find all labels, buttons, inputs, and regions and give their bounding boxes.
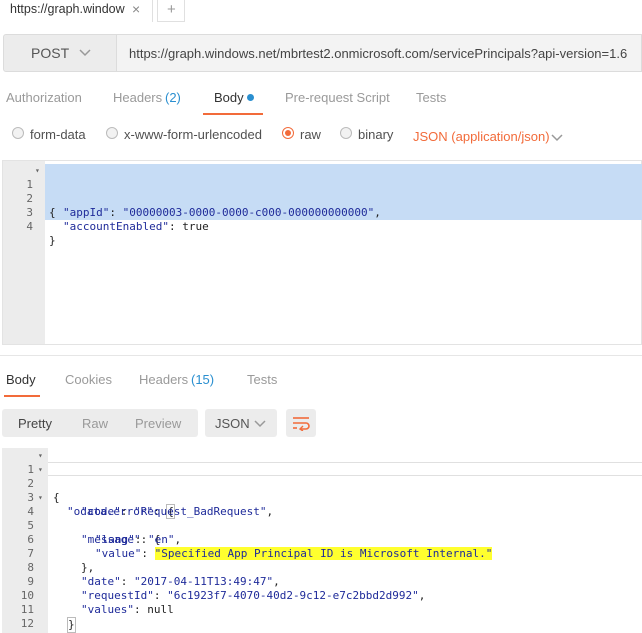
fold-icon[interactable]: ▾ <box>38 449 43 463</box>
radio-binary-label[interactable]: binary <box>358 127 393 142</box>
radio-raw-label[interactable]: raw <box>300 127 321 142</box>
format-label: JSON <box>215 416 250 431</box>
chevron-down-icon <box>254 420 266 428</box>
request-tab[interactable]: https://graph.window × <box>0 0 153 22</box>
content-type-select[interactable]: JSON (application/json) <box>413 129 550 144</box>
fold-icon[interactable]: ▾ <box>38 463 43 477</box>
code-line: 2 ▾ "odata.error": { <box>27 463 175 519</box>
radio-raw[interactable] <box>282 127 294 139</box>
code-line: 6 "value": "Specified App Principal ID i… <box>27 533 493 560</box>
response-divider <box>0 355 642 356</box>
code-line: 3 "code": "Request_BadRequest", <box>27 491 274 518</box>
close-icon[interactable]: × <box>132 1 140 17</box>
url-text[interactable]: https://graph.windows.net/mbrtest2.onmic… <box>129 46 627 61</box>
response-tab-headers[interactable]: Headers <box>139 372 188 387</box>
preview-button[interactable]: Preview <box>135 416 181 431</box>
radio-form-data-label[interactable]: form-data <box>30 127 86 142</box>
tab-pre-request-script[interactable]: Pre-request Script <box>285 90 390 105</box>
url-input[interactable]: https://graph.windows.net/mbrtest2.onmic… <box>117 34 642 72</box>
radio-urlencoded-label[interactable]: x-www-form-urlencoded <box>124 127 262 142</box>
response-tab-tests[interactable]: Tests <box>247 372 277 387</box>
tab-headers[interactable]: Headers <box>113 90 162 105</box>
new-tab-button[interactable]: + <box>157 0 185 22</box>
response-active-underline <box>4 395 40 397</box>
request-body-editor[interactable]: 1 ▾ { 2 "appId": "00000003-0000-0000-c00… <box>2 160 642 345</box>
wrap-lines-icon <box>293 417 310 431</box>
code-line: 8 "date": "2017-04-11T13:49:47", <box>27 561 280 588</box>
method-select[interactable]: POST <box>3 34 117 72</box>
chevron-down-icon <box>79 49 91 57</box>
tab-strip: https://graph.window × + <box>0 0 642 22</box>
response-tab-cookies[interactable]: Cookies <box>65 372 112 387</box>
code-line: 4 } <box>26 220 56 247</box>
tab-tests[interactable]: Tests <box>416 90 446 105</box>
fold-icon[interactable]: ▾ <box>38 491 43 505</box>
code-line: 11 } <box>20 603 76 633</box>
body-modified-dot <box>247 94 254 101</box>
tab-body[interactable]: Body <box>214 90 244 105</box>
radio-urlencoded[interactable] <box>106 127 118 139</box>
response-tab-body[interactable]: Body <box>6 372 36 387</box>
code-line: 1 ▾ { <box>26 164 56 219</box>
plus-icon[interactable]: + <box>167 1 176 18</box>
code-line: 7 }, <box>27 547 95 574</box>
code-line: 9 "requestId": "6c1923f7-4070-40d2-9c12-… <box>27 575 426 602</box>
response-headers-count[interactable]: (15) <box>191 372 214 387</box>
request-tab-title[interactable]: https://graph.window <box>10 2 125 16</box>
format-select[interactable]: JSON <box>205 409 277 437</box>
pretty-button[interactable]: Pretty <box>18 416 52 431</box>
code-line: 3 "accountEnabled": true <box>26 206 209 233</box>
method-label: POST <box>31 45 70 61</box>
tab-authorization[interactable]: Authorization <box>6 90 82 105</box>
headers-count[interactable]: (2) <box>165 90 181 105</box>
code-line: 10 "values": null <box>20 589 174 616</box>
response-body-editor[interactable]: 1 ▾ { 2 ▾ "odata.error": { 3 "code": "Re… <box>2 448 642 633</box>
chevron-down-icon[interactable] <box>550 130 564 144</box>
code-line: 1 ▾ { <box>27 449 60 504</box>
radio-form-data[interactable] <box>12 127 24 139</box>
code-line: 5 "lang": "en", <box>27 519 182 546</box>
wrap-lines-button[interactable] <box>286 409 316 437</box>
code-line: 12 } <box>20 617 60 633</box>
active-tab-underline <box>203 113 263 115</box>
radio-binary[interactable] <box>340 127 352 139</box>
code-line: 2 "appId": "00000003-0000-0000-c000-0000… <box>26 192 381 219</box>
view-mode-group: Pretty Raw Preview <box>2 409 198 437</box>
code-line: 4 ▾ "message": { <box>27 491 161 546</box>
raw-button[interactable]: Raw <box>82 416 108 431</box>
fold-icon[interactable]: ▾ <box>35 164 40 178</box>
